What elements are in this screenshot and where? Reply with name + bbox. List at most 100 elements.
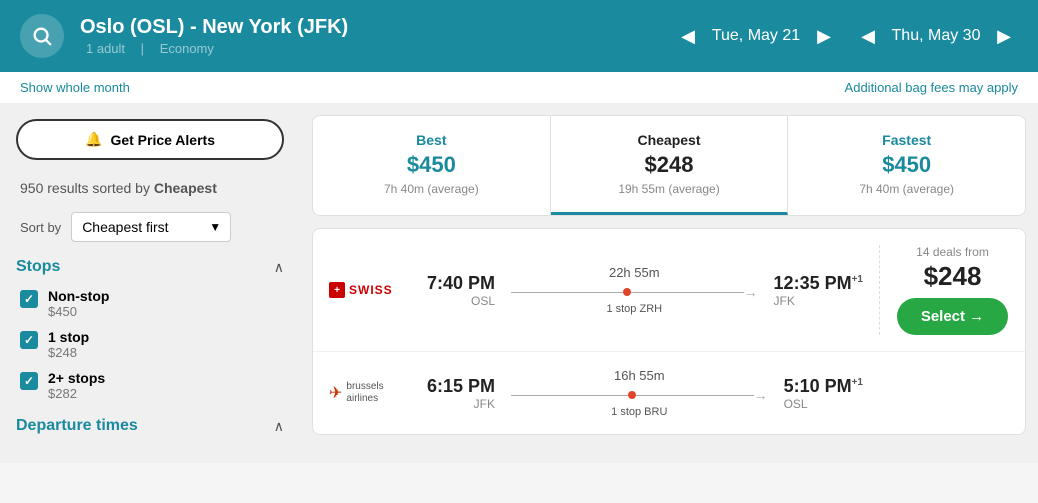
route-sub: 1 adult | Economy bbox=[80, 41, 658, 56]
stop-item-nonstop: ✓ Non-stop $450 bbox=[16, 288, 284, 319]
bct-best-price: $450 bbox=[329, 152, 534, 178]
stop-nonstop-checkbox[interactable]: ✓ bbox=[20, 290, 38, 308]
date2-next-button[interactable]: ▶ bbox=[990, 22, 1018, 50]
brussels-text: brusselsairlines bbox=[346, 381, 383, 405]
departure-chevron-icon[interactable]: ∧ bbox=[274, 418, 284, 435]
swiss-cross-icon: + bbox=[329, 282, 345, 298]
cabin-label: Economy bbox=[160, 41, 214, 56]
flight2-arrive-airport: OSL bbox=[784, 397, 808, 411]
stop-2plus-checkbox[interactable]: ✓ bbox=[20, 372, 38, 390]
route-arrow-icon: → bbox=[744, 284, 758, 300]
brussels-icon: ✈ bbox=[329, 383, 342, 403]
bct-cheapest-price: $248 bbox=[567, 152, 772, 178]
results-sort-text: results sorted by bbox=[47, 180, 154, 196]
stop-1stop-checkbox[interactable]: ✓ bbox=[20, 331, 38, 349]
toolbar: Show whole month Additional bag fees may… bbox=[0, 72, 1038, 103]
bell-icon: 🔔 bbox=[85, 131, 102, 148]
stop-item-2plus: ✓ 2+ stops $282 bbox=[16, 370, 284, 401]
select-button[interactable]: Select → bbox=[897, 298, 1008, 335]
sort-by-label: Sort by bbox=[20, 220, 61, 235]
stop-2plus-info: 2+ stops $282 bbox=[48, 370, 105, 401]
flight1-arrive-airport: JFK bbox=[774, 294, 795, 308]
flight-row-brussels: ✈ brusselsairlines 6:15 PM JFK 16h 55m → bbox=[313, 352, 1025, 434]
route-stop-dot bbox=[628, 391, 636, 399]
stop-1stop-label: 1 stop bbox=[48, 329, 89, 345]
results-info: 950 results sorted by Cheapest bbox=[16, 180, 284, 196]
results-sort-by: Cheapest bbox=[154, 180, 217, 196]
price-alert-label: Get Price Alerts bbox=[110, 132, 215, 148]
stop-2plus-price: $282 bbox=[48, 386, 105, 401]
price-alert-button[interactable]: 🔔 Get Price Alerts bbox=[16, 119, 284, 160]
bct-cheapest[interactable]: Cheapest $248 19h 55m (average) bbox=[551, 116, 789, 215]
swiss-airline-logo: + SWISS bbox=[329, 282, 409, 298]
route-line-left bbox=[511, 395, 628, 396]
bag-fees-notice: Additional bag fees may apply bbox=[845, 80, 1018, 95]
adults-label: 1 adult bbox=[86, 41, 125, 56]
flight1-depart-time: 7:40 PM bbox=[427, 273, 495, 294]
stop-item-1stop: ✓ 1 stop $248 bbox=[16, 329, 284, 360]
date1-next-button[interactable]: ▶ bbox=[810, 22, 838, 50]
brussels-airline-logo: ✈ brusselsairlines bbox=[329, 381, 409, 405]
sort-row: Sort by Cheapest first Fastest first Bes… bbox=[16, 212, 284, 242]
flight-card: + SWISS 7:40 PM OSL 22h 55m → bbox=[312, 228, 1026, 435]
route-info: Oslo (OSL) - New York (JFK) 1 adult | Ec… bbox=[80, 16, 658, 56]
sidebar: 🔔 Get Price Alerts 950 results sorted by… bbox=[0, 103, 300, 463]
divider: | bbox=[141, 41, 144, 56]
date1-group: ◀ Tue, May 21 ▶ bbox=[674, 22, 838, 50]
flight1-arrive: 12:35 PM+1 JFK bbox=[774, 273, 863, 308]
stops-header: Stops ∧ bbox=[16, 258, 284, 276]
main-layout: 🔔 Get Price Alerts 950 results sorted by… bbox=[0, 103, 1038, 463]
stop-1stop-info: 1 stop $248 bbox=[48, 329, 89, 360]
bct-fastest-time: 7h 40m (average) bbox=[804, 182, 1009, 196]
bct-best-label: Best bbox=[329, 132, 534, 148]
flight2-arrive-time: 5:10 PM+1 bbox=[784, 376, 863, 397]
stop-1stop-price: $248 bbox=[48, 345, 89, 360]
stop-nonstop-price: $450 bbox=[48, 304, 109, 319]
flight1-depart-airport: OSL bbox=[471, 294, 495, 308]
flight1-price: $248 bbox=[924, 261, 982, 292]
flight1-stop-info: 1 stop ZRH bbox=[606, 303, 662, 315]
bct-best-time: 7h 40m (average) bbox=[329, 182, 534, 196]
bct-fastest-price: $450 bbox=[804, 152, 1009, 178]
route-stop-dot bbox=[623, 288, 631, 296]
stops-chevron-icon[interactable]: ∧ bbox=[274, 259, 284, 276]
route-line-right bbox=[636, 395, 753, 396]
date2-prev-button[interactable]: ◀ bbox=[854, 22, 882, 50]
date1-prev-button[interactable]: ◀ bbox=[674, 22, 702, 50]
swiss-text: SWISS bbox=[349, 283, 393, 297]
flight1-arrive-time: 12:35 PM+1 bbox=[774, 273, 863, 294]
date2-group: ◀ Thu, May 30 ▶ bbox=[854, 22, 1018, 50]
departure-section: Departure times ∧ bbox=[16, 417, 284, 435]
flight2-arrive: 5:10 PM+1 OSL bbox=[784, 376, 863, 411]
route-title: Oslo (OSL) - New York (JFK) bbox=[80, 16, 658, 39]
date1-label: Tue, May 21 bbox=[706, 27, 806, 45]
stop-nonstop-label: Non-stop bbox=[48, 288, 109, 304]
flight2-stop-info: 1 stop BRU bbox=[611, 406, 667, 418]
route-line-right bbox=[631, 292, 743, 293]
check-icon: ✓ bbox=[24, 292, 34, 306]
sort-wrapper: Cheapest first Fastest first Best first … bbox=[71, 212, 231, 242]
flight1-route-line: → bbox=[511, 284, 758, 300]
bct-fastest-label: Fastest bbox=[804, 132, 1009, 148]
search-icon bbox=[20, 14, 64, 58]
check-icon: ✓ bbox=[24, 374, 34, 388]
flight2-depart-time: 6:15 PM bbox=[427, 376, 495, 397]
show-month-link[interactable]: Show whole month bbox=[20, 80, 130, 95]
results-count: 950 bbox=[20, 180, 43, 196]
flight1-depart: 7:40 PM OSL bbox=[425, 273, 495, 308]
bct-fastest[interactable]: Fastest $450 7h 40m (average) bbox=[788, 116, 1025, 215]
bct-card: Best $450 7h 40m (average) Cheapest $248… bbox=[312, 115, 1026, 216]
flight1-deals-from: 14 deals from bbox=[916, 245, 989, 259]
date2-label: Thu, May 30 bbox=[886, 27, 986, 45]
brussels-logo: ✈ brusselsairlines bbox=[329, 381, 384, 405]
flight2-depart-airport: JFK bbox=[474, 397, 495, 411]
bct-best[interactable]: Best $450 7h 40m (average) bbox=[313, 116, 551, 215]
flight1-duration: 22h 55m bbox=[609, 265, 660, 280]
flight2-route-line: → bbox=[511, 387, 768, 403]
check-icon: ✓ bbox=[24, 333, 34, 347]
flight1-price-section: 14 deals from $248 Select → bbox=[879, 245, 1009, 335]
flight2-depart: 6:15 PM JFK bbox=[425, 376, 495, 411]
departure-title: Departure times bbox=[16, 417, 138, 435]
sort-select[interactable]: Cheapest first Fastest first Best first bbox=[71, 212, 231, 242]
flight2-route: 16h 55m → 1 stop BRU bbox=[511, 368, 768, 418]
